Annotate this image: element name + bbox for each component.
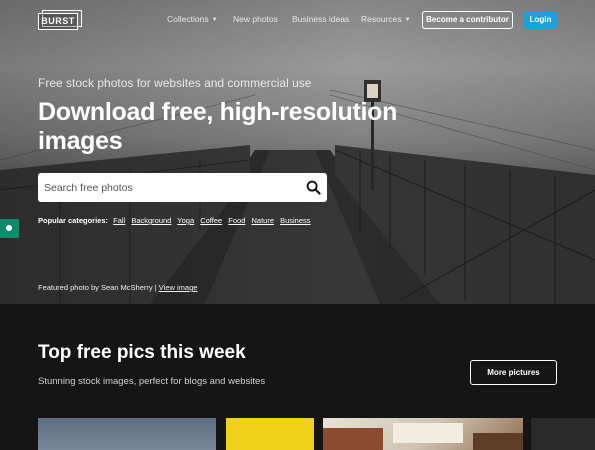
nav-business-ideas-label: Business ideas bbox=[292, 14, 350, 24]
nav-business-ideas[interactable]: Business ideas bbox=[292, 14, 349, 24]
popular-categories: Popular categories: Fall Background Yoga… bbox=[38, 216, 315, 225]
nav-resources-label: Resources bbox=[361, 14, 402, 24]
hero-tagline: Free stock photos for websites and comme… bbox=[38, 76, 312, 90]
category-link-yoga[interactable]: Yoga bbox=[177, 216, 194, 225]
category-link-background[interactable]: Background bbox=[131, 216, 171, 225]
hero-headline: Download free, high-resolution images bbox=[38, 98, 398, 155]
dot-icon bbox=[6, 225, 12, 231]
view-image-link[interactable]: View image bbox=[159, 283, 198, 292]
category-link-nature[interactable]: Nature bbox=[251, 216, 274, 225]
photo-credit: Featured photo by Sean McSherry | View i… bbox=[38, 283, 197, 292]
photo-thumbnail[interactable] bbox=[226, 418, 314, 450]
nav-collections-label: Collections bbox=[167, 14, 209, 24]
top-navigation: BURST Collections ▼ New photos Business i… bbox=[0, 0, 595, 40]
nav-new-photos[interactable]: New photos bbox=[233, 14, 278, 24]
caret-down-icon: ▼ bbox=[404, 17, 411, 23]
section-subtitle: Stunning stock images, perfect for blogs… bbox=[38, 376, 266, 387]
category-link-coffee[interactable]: Coffee bbox=[200, 216, 222, 225]
search-input[interactable] bbox=[44, 178, 294, 197]
search-icon[interactable] bbox=[306, 180, 321, 195]
nav-resources[interactable]: Resources ▼ bbox=[361, 14, 411, 24]
photo-thumbnail[interactable] bbox=[531, 418, 595, 450]
side-feedback-tab[interactable] bbox=[0, 219, 19, 238]
search-bar bbox=[38, 173, 327, 202]
category-link-fall[interactable]: Fall bbox=[113, 216, 125, 225]
photo-thumbnail[interactable] bbox=[38, 418, 216, 450]
login-button[interactable]: Login bbox=[524, 11, 557, 29]
category-link-business[interactable]: Business bbox=[280, 216, 310, 225]
caret-down-icon: ▼ bbox=[211, 17, 218, 23]
photo-credit-text: Featured photo by Sean McSherry | bbox=[38, 283, 157, 292]
nav-new-photos-label: New photos bbox=[233, 14, 278, 24]
photo-thumbnail[interactable] bbox=[323, 418, 523, 450]
category-link-food[interactable]: Food bbox=[228, 216, 245, 225]
section-title: Top free pics this week bbox=[38, 342, 246, 363]
more-pictures-button[interactable]: More pictures bbox=[470, 360, 557, 385]
logo-text: BURST bbox=[38, 13, 78, 30]
popular-categories-label: Popular categories: bbox=[38, 216, 109, 225]
burst-logo[interactable]: BURST bbox=[38, 10, 82, 30]
top-pics-section: Top free pics this week Stunning stock i… bbox=[0, 304, 595, 450]
nav-collections[interactable]: Collections ▼ bbox=[167, 14, 218, 24]
become-contributor-button[interactable]: Become a contributor bbox=[422, 11, 513, 29]
